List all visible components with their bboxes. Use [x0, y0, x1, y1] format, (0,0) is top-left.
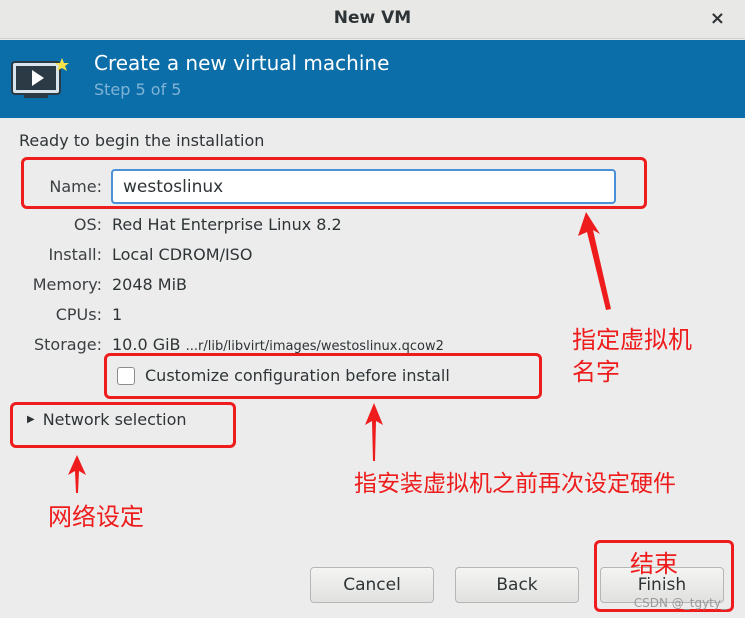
network-highlight-box [10, 402, 236, 448]
install-label: Install: [48, 245, 102, 264]
window-titlebar: New VM × [0, 0, 745, 39]
cpus-value: 1 [112, 305, 123, 324]
os-value: Red Hat Enterprise Linux 8.2 [112, 215, 342, 234]
customize-annotation: 指安装虚拟机之前再次设定硬件 [354, 471, 676, 497]
wizard-heading: Create a new virtual machine [94, 51, 390, 75]
cancel-button[interactable]: Cancel [310, 567, 434, 603]
network-arrow-icon [68, 455, 86, 493]
virtual-machine-icon [11, 58, 69, 98]
cpus-label: CPUs: [55, 305, 102, 324]
finish-annotation: 结束 [630, 550, 678, 578]
memory-label: Memory: [32, 275, 102, 294]
wizard-banner: Create a new virtual machine Step 5 of 5 [0, 40, 745, 118]
customize-arrow-icon [365, 403, 383, 461]
storage-label: Storage: [34, 335, 102, 354]
close-icon[interactable]: × [710, 8, 725, 29]
wizard-step: Step 5 of 5 [94, 80, 182, 99]
network-annotation: 网络设定 [48, 503, 144, 531]
memory-value: 2048 MiB [112, 275, 188, 294]
watermark: CSDN @_tgyty_ [633, 596, 727, 610]
window-title: New VM [333, 8, 412, 28]
name-arrow-icon [578, 212, 611, 310]
name-annotation-line2: 名字 [572, 358, 620, 386]
ready-text: Ready to begin the installation [19, 131, 265, 150]
storage-value: 10.0 GiB ...r/lib/libvirt/images/westosl… [112, 335, 444, 354]
name-annotation-line1: 指定虚拟机 [572, 326, 692, 354]
back-button[interactable]: Back [455, 567, 579, 603]
os-label: OS: [73, 215, 102, 234]
install-value: Local CDROM/ISO [112, 245, 253, 264]
customize-highlight-box [104, 353, 542, 399]
storage-path: ...r/lib/libvirt/images/westoslinux.qcow… [185, 339, 444, 354]
name-highlight-box [21, 157, 647, 209]
storage-size: 10.0 GiB [112, 335, 181, 354]
